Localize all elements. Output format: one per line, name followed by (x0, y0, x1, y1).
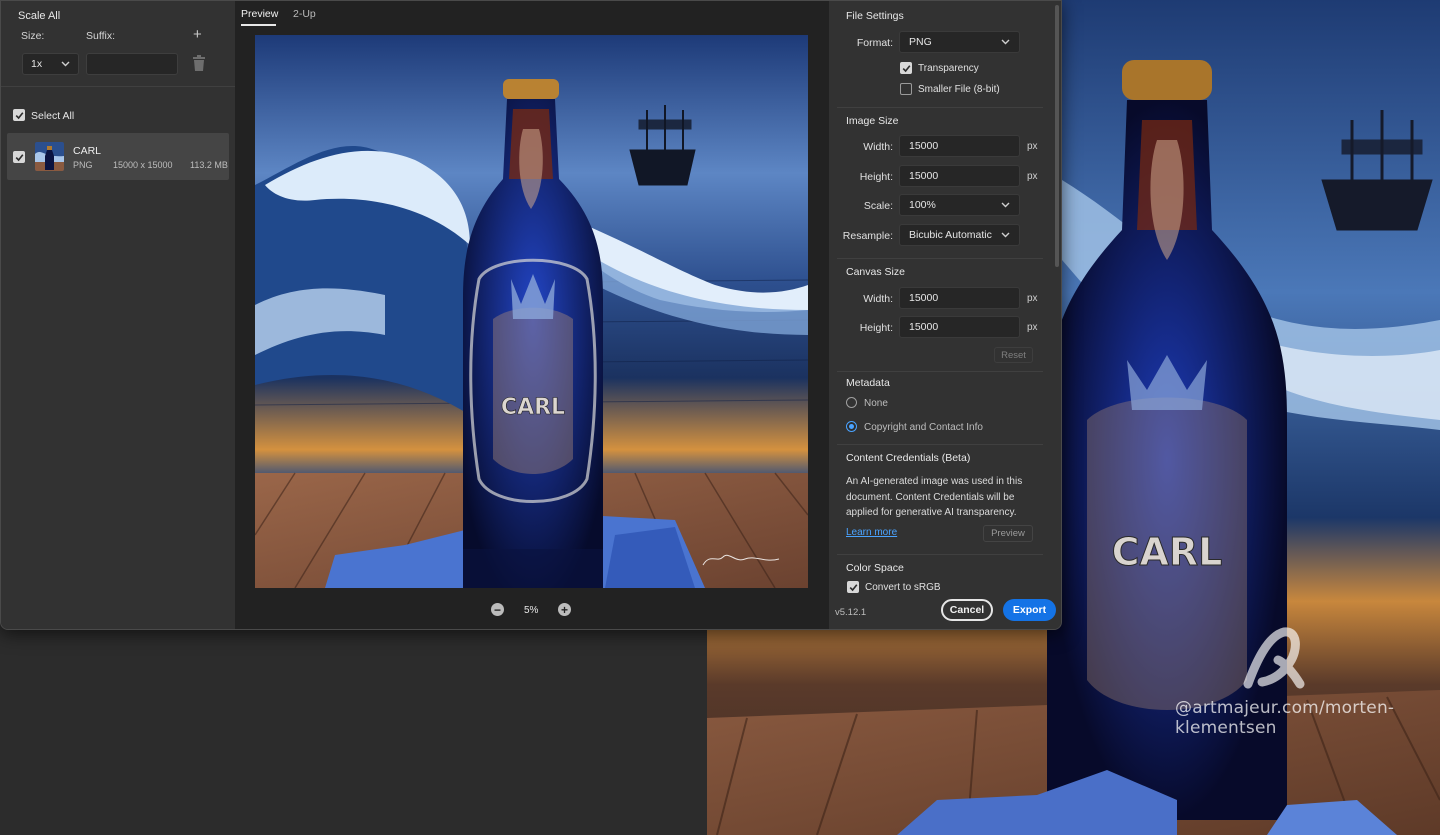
smaller-file-label: Smaller File (8-bit) (918, 84, 1000, 95)
chevron-down-icon (61, 61, 70, 67)
resample-dropdown[interactable]: Bicubic Automatic (899, 224, 1020, 246)
format-label: Format: (856, 37, 893, 49)
metadata-none-label: None (864, 398, 888, 409)
select-all-checkbox[interactable] (13, 109, 25, 121)
export-as-dialog: Scale All Size: Suffix: + 1x Select All (0, 0, 1062, 630)
size-value: 1x (31, 58, 43, 70)
metadata-copyright-radio[interactable] (846, 421, 857, 432)
size-label: Size: (21, 30, 45, 42)
suffix-input[interactable] (86, 53, 178, 75)
canvas-height-input[interactable]: 15000 (899, 316, 1020, 338)
asset-name: CARL (73, 145, 102, 157)
image-width-unit: px (1027, 141, 1038, 152)
transparency-checkbox[interactable] (900, 62, 912, 74)
scale-label: Scale: (863, 200, 893, 212)
canvas-width-value: 15000 (909, 292, 939, 304)
select-all-label: Select All (31, 110, 75, 122)
chevron-down-icon (1001, 39, 1010, 45)
active-tab-indicator (241, 24, 276, 26)
canvas-width-label: Width: (863, 293, 893, 305)
artmajeur-logo-icon (1238, 622, 1310, 694)
preview-panel: Preview 2-Up CARL − 5% + (235, 1, 829, 629)
asset-thumbnail (35, 142, 64, 171)
image-width-input[interactable]: 15000 (899, 135, 1020, 157)
metadata-none-radio[interactable] (846, 397, 857, 408)
color-space-title: Color Space (846, 562, 904, 574)
metadata-title: Metadata (846, 377, 890, 389)
zoom-controls: − 5% + (235, 599, 829, 621)
divider (837, 371, 1043, 372)
scale-dropdown[interactable]: 100% (899, 194, 1020, 216)
resample-label: Resample: (842, 230, 893, 242)
asset-checkbox[interactable] (13, 151, 25, 163)
divider (1, 86, 235, 87)
zoom-level: 5% (524, 605, 539, 616)
cancel-button[interactable]: Cancel (941, 599, 993, 621)
assets-panel: Scale All Size: Suffix: + 1x Select All (1, 1, 235, 629)
chevron-down-icon (1001, 232, 1010, 238)
transparency-label: Transparency (918, 63, 979, 74)
canvas-width-unit: px (1027, 293, 1038, 304)
scale-all-title: Scale All (18, 10, 61, 22)
canvas-height-unit: px (1027, 322, 1038, 333)
asset-format: PNG (73, 160, 93, 170)
image-width-label: Width: (863, 141, 893, 153)
tab-2-up[interactable]: 2-Up (293, 8, 316, 20)
export-button[interactable]: Export (1003, 599, 1056, 621)
asset-row[interactable]: CARL PNG 15000 x 15000 113.2 MB (7, 133, 229, 180)
version-label: v5.12.1 (835, 607, 867, 618)
image-size-title: Image Size (846, 115, 899, 127)
image-height-input[interactable]: 15000 (899, 165, 1020, 187)
divider (837, 107, 1043, 108)
divider (837, 444, 1043, 445)
asset-file-size: 113.2 MB (190, 160, 228, 170)
metadata-copyright-label: Copyright and Contact Info (864, 422, 983, 433)
canvas-size-title: Canvas Size (846, 266, 905, 278)
canvas-height-label: Height: (859, 322, 893, 334)
bottle-label-text: CARL (1112, 530, 1223, 574)
content-credentials-title: Content Credentials (Beta) (846, 452, 971, 464)
convert-srgb-checkbox[interactable] (847, 581, 859, 593)
zoom-in-icon[interactable]: + (558, 603, 571, 616)
image-height-label: Height: (859, 171, 893, 183)
divider (837, 554, 1043, 555)
settings-panel: File Settings Format: PNG Transparency S… (829, 1, 1061, 629)
suffix-label: Suffix: (86, 30, 115, 42)
divider (837, 258, 1043, 259)
format-value: PNG (909, 36, 932, 48)
image-height-value: 15000 (909, 170, 939, 182)
image-height-unit: px (1027, 171, 1038, 182)
tab-preview[interactable]: Preview (241, 8, 278, 20)
reset-button[interactable]: Reset (994, 347, 1033, 363)
settings-scrollbar[interactable] (1055, 5, 1059, 267)
asset-dimensions: 15000 x 15000 (113, 160, 173, 170)
trash-icon[interactable] (191, 55, 207, 73)
learn-more-link[interactable]: Learn more (846, 527, 897, 538)
file-settings-title: File Settings (846, 10, 904, 22)
chevron-down-icon (1001, 202, 1010, 208)
resample-value: Bicubic Automatic (909, 229, 992, 241)
add-scale-icon[interactable]: + (193, 26, 202, 43)
canvas-height-value: 15000 (909, 321, 939, 333)
size-dropdown[interactable]: 1x (22, 53, 79, 75)
scale-value: 100% (909, 199, 936, 211)
format-dropdown[interactable]: PNG (899, 31, 1020, 53)
zoom-out-icon[interactable]: − (491, 603, 504, 616)
convert-srgb-label: Convert to sRGB (865, 582, 941, 593)
preview-bottle-text: CARL (501, 395, 565, 420)
preview-image: CARL (255, 35, 808, 588)
content-credentials-description: An AI-generated image was used in this d… (846, 476, 1023, 518)
smaller-file-checkbox[interactable] (900, 83, 912, 95)
canvas-width-input[interactable]: 15000 (899, 287, 1020, 309)
credentials-preview-button[interactable]: Preview (983, 525, 1033, 542)
watermark-text: @artmajeur.com/morten-klementsen (1175, 698, 1395, 738)
image-width-value: 15000 (909, 140, 939, 152)
